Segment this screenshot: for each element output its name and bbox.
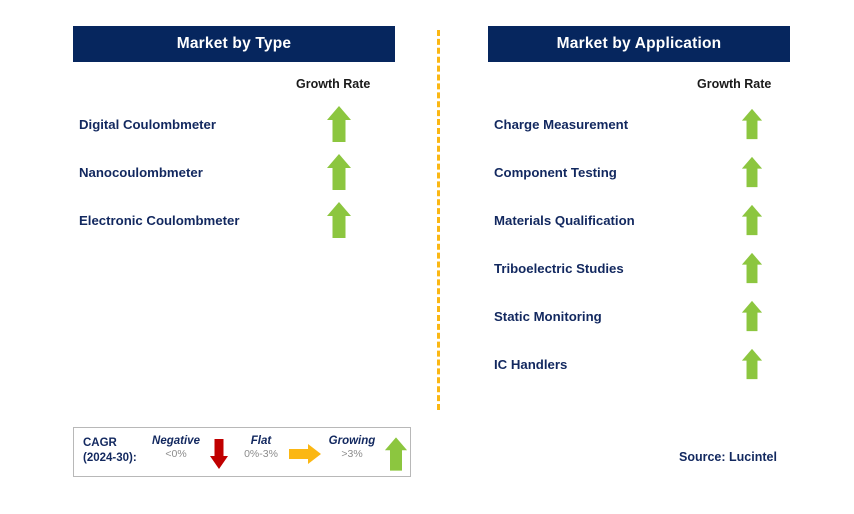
legend-entry-title: Growing [328,435,376,447]
legend-entry-negative: Negative <0% [144,435,208,460]
list-item-label: Electronic Coulombmeter [79,212,240,228]
list-item-label: Component Testing [494,164,617,180]
infographic-canvas: Market by Type Growth Rate Digital Coulo… [0,0,854,514]
column-divider [437,30,440,410]
list-item-label: IC Handlers [494,356,568,372]
arrow-up-icon [327,202,351,238]
legend-entry-value: >3% [341,448,363,460]
arrow-up-icon [741,156,763,188]
list-item: Materials Qualification [494,198,774,242]
list-item-label: Charge Measurement [494,116,629,132]
list-item: Nanocoulombmeter [79,150,359,194]
arrow-down-icon [210,439,228,469]
legend-icon-negative [207,437,231,471]
legend-cagr-line2: (2024-30): [83,452,137,464]
arrow-up-icon [384,437,408,471]
growth-indicator-cell [732,348,772,380]
cagr-legend: CAGR (2024-30): Negative <0% Flat 0%-3% [73,427,411,477]
legend-entry-value: 0%-3% [244,448,278,460]
arrow-up-icon [741,204,763,236]
legend-entry-value: <0% [165,448,187,460]
growth-indicator-cell [319,201,359,239]
list-item: Component Testing [494,150,774,194]
list-item: Charge Measurement [494,102,774,146]
growth-indicator-cell [732,204,772,236]
list-item: Triboelectric Studies [494,246,774,290]
arrow-up-icon [741,108,763,140]
list-item: IC Handlers [494,342,774,386]
column-header-market-by-type: Market by Type [73,26,395,62]
growth-indicator-cell [319,105,359,143]
legend-entry-title: Negative [152,435,200,447]
growth-indicator-cell [319,153,359,191]
growth-indicator-cell [732,156,772,188]
growth-rate-label-left: Growth Rate [296,77,371,91]
arrow-up-icon [741,348,763,380]
legend-entry-flat: Flat 0%-3% [230,435,292,460]
growth-rate-label-right: Growth Rate [697,77,772,91]
legend-entry-growing: Growing >3% [316,435,388,460]
list-item-label: Static Monitoring [494,308,602,324]
list-item-label: Digital Coulombmeter [79,116,217,132]
legend-cagr-label: CAGR (2024-30): [83,436,137,466]
list-item: Digital Coulombmeter [79,102,359,146]
legend-icon-growing [384,437,408,471]
list-item: Electronic Coulombmeter [79,198,359,242]
arrow-up-icon [327,106,351,142]
arrow-up-icon [741,252,763,284]
list-item-label: Materials Qualification [494,212,635,228]
arrow-up-icon [741,300,763,332]
legend-cagr-line1: CAGR [83,437,117,449]
growth-indicator-cell [732,300,772,332]
legend-entry-title: Flat [250,435,272,447]
source-attribution: Source: Lucintel [679,450,777,464]
list-item-label: Nanocoulombmeter [79,164,203,180]
column-header-market-by-application: Market by Application [488,26,790,62]
list-item-label: Triboelectric Studies [494,260,624,276]
list-item: Static Monitoring [494,294,774,338]
growth-indicator-cell [732,252,772,284]
growth-indicator-cell [732,108,772,140]
arrow-up-icon [327,154,351,190]
